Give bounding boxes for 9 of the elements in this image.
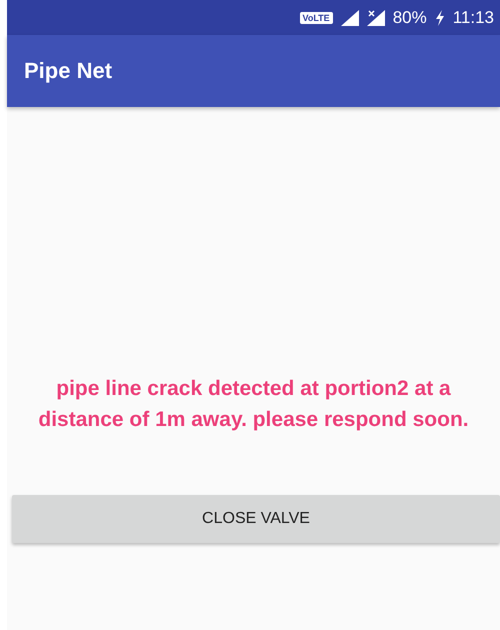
signal-icon — [366, 10, 385, 26]
close-valve-button[interactable]: CLOSE VALVE — [12, 495, 500, 543]
app-title: Pipe Net — [24, 58, 112, 84]
signal-icon — [340, 10, 359, 26]
charging-icon — [434, 10, 445, 26]
clock-time: 11:13 — [452, 8, 494, 28]
network-badge: VoLTE — [300, 12, 333, 24]
alert-message: pipe line crack detected at portion2 at a distance of 1m away. please respond soon. — [37, 376, 470, 433]
battery-percent: 80% — [392, 8, 427, 28]
